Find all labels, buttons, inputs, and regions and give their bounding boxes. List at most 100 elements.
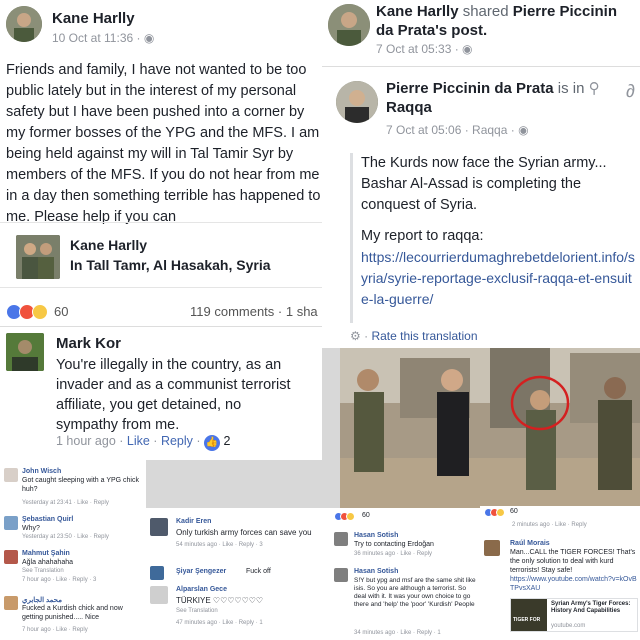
sad-reaction-icon [32,304,48,320]
commenter-avatar-4[interactable] [4,596,18,610]
reply-button[interactable]: Reply [161,434,193,448]
gear-icon: ⚙ [350,329,361,343]
comment-author[interactable]: محمد الجابري [22,596,62,604]
link-card[interactable]: TIGER FOR Syrian Army's Tiger Forces: Hi… [510,598,638,632]
comment-text: Only turkish army forces can save you [176,528,312,537]
comment-meta: 54 minutes ago · Like · Reply · 3 [176,542,263,548]
comment-text: Fuck off [246,568,271,575]
kane-avatar[interactable] [6,6,42,42]
card-domain: youtube.com [551,623,586,629]
reaction-icons-small[interactable] [334,512,355,521]
comment-author[interactable]: Şiyar Şengezer [176,568,226,575]
shared-time-text: 7 Oct at 05:33 · [376,42,463,56]
comment-text: Got caught sleeping with a YPG chick huh… [22,477,139,493]
comment-text: Why? [22,525,40,532]
mark-author[interactable]: Mark Kor [56,335,121,352]
post-menu-icon[interactable]: ∂ [626,81,635,102]
left-comments-panel: John Wisch Got caught sleeping with a YP… [0,460,146,640]
location-card[interactable]: Kane Harlly In Tall Tamr, Al Hasakah, Sy… [0,222,322,288]
kane-author[interactable]: Kane Harlly [52,10,135,27]
pierre-author[interactable]: Pierre Piccinin da Prata [386,80,554,97]
sharer-avatar[interactable] [328,4,370,46]
sharer-name[interactable]: Kane Harlly [376,3,459,20]
comment-meta: Yesterday at 23:41 · Like · Reply [22,500,109,506]
alparslan-avatar[interactable] [150,586,168,604]
comment-meta: 2 minutes ago · Like · Reply [512,522,587,528]
hasan-comments-panel: 60 Hasan Sotish Try to contacting Erdoğa… [330,508,480,640]
kane-post-body: Friends and family, I have not wanted to… [6,62,321,225]
youtube-link[interactable]: https://www.youtube.com/watch?v=kOvBTPvs… [510,576,638,594]
like-button[interactable]: Like [127,434,150,448]
comment-author[interactable]: Alparslan Gece [176,586,227,593]
raul-comment-panel: 60 2 minutes ago · Like · Reply Raúl Mor… [480,506,640,640]
commenter-avatar-3[interactable] [4,550,18,564]
pierre-time-text: 7 Oct at 05:06 · Raqqa · [386,123,519,137]
reaction-icons-small[interactable] [484,508,505,517]
reaction-icons[interactable] [6,304,48,320]
comment-text: Try to contacting Erdoğan [354,541,434,548]
reaction-count-small[interactable]: 60 [510,508,518,517]
mid-comments-panel: Kadir Eren Only turkish army forces can … [146,508,330,640]
pierre-place[interactable]: Raqqa [386,99,432,116]
reaction-count-small[interactable]: 60 [362,512,370,521]
kane-time-text: 10 Oct at 11:36 · [52,31,144,45]
globe-icon: ◉ [518,123,529,137]
commenter-avatar-1[interactable] [4,468,18,482]
comment-author[interactable]: Mahmut Şahin [22,550,70,557]
kadir-avatar[interactable] [150,518,168,536]
mark-time: 1 hour ago [56,434,116,448]
pierre-line2: My report to raqqa: [361,228,484,244]
comment-meta: 34 minutes ago · Like · Reply · 1 [354,630,441,636]
comment-author[interactable]: Raúl Morais [510,540,550,547]
comment-text: Man...CALL the TIGER FORCES! That's the … [510,549,636,574]
location-pin-icon: ⚲ [588,80,600,97]
comment-count[interactable]: 119 comments · 1 sha [190,304,318,319]
mark-avatar[interactable] [6,333,44,371]
comment-author[interactable]: Hasan Sotish [354,532,398,539]
comment-author[interactable]: Hasan Sotish [354,568,398,575]
is-in-text: is in [557,80,585,97]
shared-line: Kane Harlly shared Pierre Piccinin da Pr… [376,2,638,40]
reaction-count[interactable]: 60 [54,304,68,319]
pierre-time: 7 Oct at 05:06 · Raqqa · ◉ [386,123,529,137]
photo-scene [340,348,640,508]
comment-meta: 7 hour ago · Like · Reply [22,627,88,633]
globe-icon: ◉ [462,42,473,56]
sad-reaction-icon [496,508,505,517]
soldiers-photo [340,348,640,508]
hasan-avatar-1[interactable] [334,532,348,546]
commenter-avatar-2[interactable] [4,516,18,530]
rate-translation-link[interactable]: Rate this translation [371,329,477,343]
card-thumbnail: TIGER FOR [511,599,547,631]
pierre-url[interactable]: https://lecourrierdumaghrebetdelorient.i… [361,247,638,310]
comment-author[interactable]: Şebastian Quirl [22,516,73,523]
sad-reaction-icon [346,512,355,521]
shared-suffix: 's post. [435,22,488,39]
comment-author[interactable]: Kadir Eren [176,518,211,525]
comment-text: S!Y but ypg and msf are the same shit li… [354,577,476,609]
comment-text: Fucked a Kurdish chick and now getting p… [22,605,123,621]
mark-comment-text: You're illegally in the country, as an i… [56,357,291,433]
kane-post-panel: Kane Harlly 10 Oct at 11:36 · ◉ Friends … [0,0,322,326]
comment-meta: 36 minutes ago · Like · Reply [354,551,433,557]
pierre-avatar[interactable] [336,81,378,123]
like-count-icon: 👍 [204,435,221,451]
shared-time: 7 Oct at 05:33 · ◉ [376,42,473,56]
mark-comment-panel: Mark Kor You're illegally in the country… [0,326,322,460]
hasan-avatar-2[interactable] [334,568,348,582]
comment-meta: Yesterday at 23:50 · Like · Reply [22,534,109,540]
location-name: Kane Harlly [70,237,148,253]
shared-header-panel: Kane Harlly shared Pierre Piccinin da Pr… [322,0,640,66]
globe-icon: ◉ [143,31,155,45]
siyar-avatar[interactable] [150,566,164,580]
kane-post-time: 10 Oct at 11:36 · ◉ [52,31,154,45]
card-thumb-text: TIGER FOR [513,617,541,623]
see-translation[interactable]: See Translation [176,608,218,614]
see-translation[interactable]: See Translation [22,568,64,574]
mark-like-count: 2 [223,434,231,448]
comment-author[interactable]: John Wisch [22,468,61,475]
raul-avatar[interactable] [484,540,500,556]
comment-text: TÜRKIYE ♡♡♡♡♡♡♡ [176,596,264,605]
comment-meta: 47 minutes ago · Like · Reply · 1 [176,620,263,626]
rate-translation[interactable]: ⚙ · Rate this translation [350,329,478,343]
